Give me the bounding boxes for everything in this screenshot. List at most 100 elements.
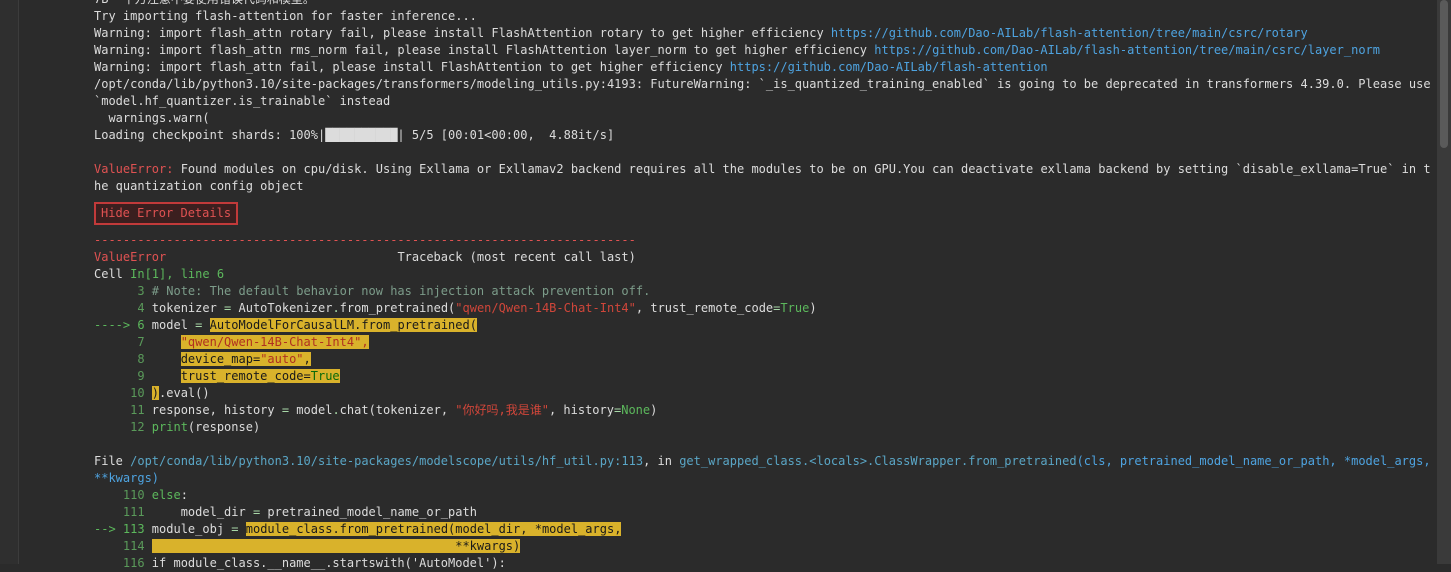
highlighted-code: **kwargs) [151,539,521,553]
code-token: = [281,403,290,417]
code-line-current: --> 113 module_obj = module_class.from_p… [94,521,1434,538]
line-number: 116 [94,556,152,570]
code-string: "你好吗,我是谁" [455,403,549,417]
highlighted-code: ) [151,386,160,400]
line-number: 114 [94,539,152,553]
error-arrow: ----> 6 [94,318,152,332]
warning-line: Warning: import flash_attn rotary fail, … [94,25,1434,42]
line-number: 11 [94,403,152,417]
warning-line: Warning: import flash_attn rms_norm fail… [94,42,1434,59]
file-path-link[interactable]: /opt/conda/lib/python3.10/site-packages/… [130,454,643,468]
code-line: 10 ).eval() [94,385,1434,402]
traceback-header: ValueError Traceback (most recent call l… [94,249,1434,266]
code-token: .eval() [159,386,210,400]
code-token: model [289,403,333,417]
error-summary: ValueError: Found modules on cpu/disk. U… [94,161,1434,195]
future-warning: /opt/conda/lib/python3.10/site-packages/… [94,77,1438,108]
vertical-scrollbar[interactable] [1437,0,1451,564]
warning-text: Warning: import flash_attn rms_norm fail… [94,43,875,57]
line-number: 12 [94,420,152,434]
line-number: 3 [94,284,152,298]
code-token: module_obj [151,522,232,536]
file-prefix: File [94,454,131,468]
code-comment: # Note: The default behavior now has inj… [151,284,651,298]
line-number: 9 [94,369,152,383]
code-token: tokenizer [151,301,225,315]
highlighted-code: True [310,369,340,383]
code-builtin: print [151,420,188,434]
cell-ref-link[interactable]: In[1], line 6 [130,267,224,281]
code-token: = [231,522,239,536]
flash-attn-link[interactable]: https://github.com/Dao-AILab/flash-atten… [730,60,1048,74]
code-line: 9 trust_remote_code=True [94,368,1434,385]
code-token: chat(tokenizer, [339,403,456,417]
code-token: ) [650,403,658,417]
line-number: 110 [94,488,152,502]
highlighted-code: "qwen/Qwen-14B-Chat-Int4", [180,335,369,349]
output-line: warnings.warn( [94,111,210,125]
code-string: "qwen/Qwen-14B-Chat-Int4" [455,301,636,315]
traceback-title: Traceback (most recent call last) [166,250,636,264]
traceback-cell-ref: Cell In[1], line 6 [94,266,1434,283]
warning-line: Warning: import flash_attn fail, please … [94,59,1434,76]
code-line: 111 model_dir = pretrained_model_name_or… [94,504,1434,521]
cell-output: 7B" 千万注意不要使用错误代码和模型。 Try importing flash… [94,0,1434,572]
error-message: Found modules on cpu/disk. Using Exllama… [94,162,1431,193]
traceback-error-name: ValueError [94,250,167,264]
line-number: 111 [94,505,152,519]
hide-error-details-button[interactable]: Hide Error Details [94,202,239,225]
line-number: 8 [94,352,152,366]
code-keyword: else [151,488,181,502]
code-token: pretrained_model_name_or_path [260,505,477,519]
code-line: 114 **kwargs) [94,538,1434,555]
error-toggle-row: Hide Error Details [94,195,1434,232]
code-line-current: ----> 6 model = AutoModelForCausalLM.fro… [94,317,1434,334]
progress-line: Loading checkpoint shards: 100%|████████… [94,128,615,142]
code-token: response, history [151,403,282,417]
highlighted-code: module_class.from_pretrained(model_dir, … [245,522,622,536]
code-token: (response) [187,420,261,434]
cell-prefix: Cell [94,267,131,281]
code-keyword: True [780,301,810,315]
code-token: from_pretrained( [339,301,456,315]
code-token: model [151,318,196,332]
line-number: 7 [94,335,152,349]
code-line: 11 response, history = model.chat(tokeni… [94,402,1434,419]
code-token: model_dir [151,505,253,519]
highlighted-code: AutoModelForCausalLM.from_pretrained( [209,318,477,332]
output-line: Try importing flash-attention for faster… [94,9,477,23]
highlighted-code: device_map= [180,352,261,366]
cell-gutter [0,0,19,564]
code-token: if module_class.__name__.startswith('Aut… [151,556,506,570]
flash-attn-rotary-link[interactable]: https://github.com/Dao-AILab/flash-atten… [831,26,1308,40]
code-token: AutoTokenizer [231,301,333,315]
traceback-divider: ----------------------------------------… [94,233,636,247]
code-line: 7 "qwen/Qwen-14B-Chat-Int4", [94,334,1434,351]
warning-text: Warning: import flash_attn rotary fail, … [94,26,831,40]
warning-text: Warning: import flash_attn fail, please … [94,60,730,74]
code-line: 12 print(response) [94,419,1434,436]
code-token: , history [548,403,614,417]
function-name: get_wrapped_class.<locals>.ClassWrapper.… [679,454,1077,468]
code-token: , trust_remote_code [635,301,774,315]
output-line: 7B" 千万注意不要使用错误代码和模型。 [94,0,1434,8]
highlighted-code: "auto" [260,352,304,366]
flash-attn-layer-norm-link[interactable]: https://github.com/Dao-AILab/flash-atten… [874,43,1380,57]
code-token: . [332,301,340,315]
in-word: , in [643,454,680,468]
line-number: 4 [94,301,152,315]
scrollbar-thumb[interactable] [1440,0,1448,148]
code-token: . [332,403,340,417]
code-line: 8 device_map="auto", [94,351,1434,368]
code-line: 4 tokenizer = AutoTokenizer.from_pretrai… [94,300,1434,317]
code-token: : [180,488,188,502]
highlighted-code: , [303,352,311,366]
code-line: 3 # Note: The default behavior now has i… [94,283,1434,300]
code-token: ) [809,301,817,315]
